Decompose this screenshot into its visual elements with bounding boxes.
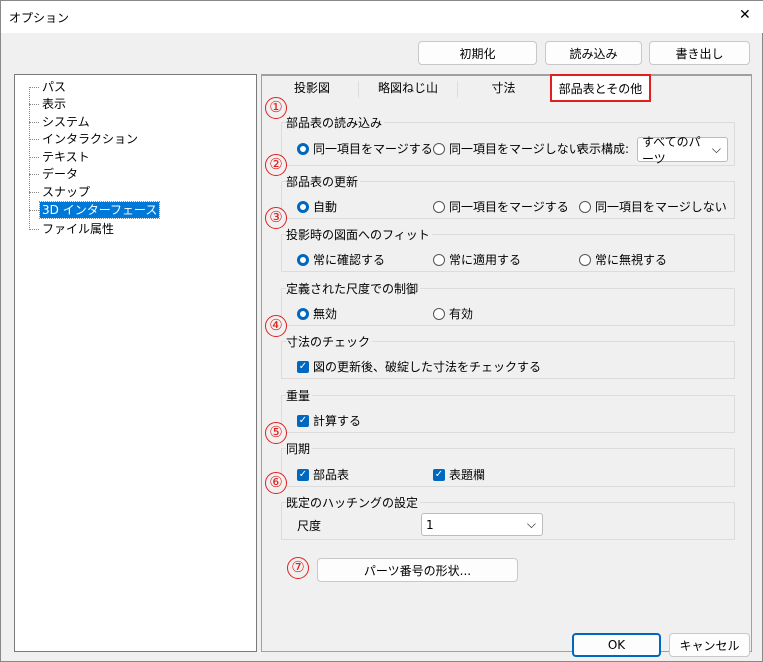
tree-line xyxy=(29,122,39,123)
marker-2: ② xyxy=(265,154,287,176)
checkmark-icon: ✓ xyxy=(297,468,309,481)
chevron-down-icon: ⌵ xyxy=(711,142,721,156)
group-title: 定義された尺度での制御 xyxy=(286,280,421,297)
tab-thread[interactable]: 略図ねじ山 xyxy=(359,76,457,101)
radio-merge[interactable]: 同一項目をマージする xyxy=(433,198,569,215)
radio-always-ignore[interactable]: 常に無視する xyxy=(579,251,667,268)
checkmark-icon: ✓ xyxy=(297,414,309,427)
checkmark-icon: ✓ xyxy=(433,468,445,481)
group-title: 寸法のチェック xyxy=(286,333,373,350)
radio-icon xyxy=(433,200,445,213)
checkbox-check-dims[interactable]: ✓ 図の更新後、破綻した寸法をチェックする xyxy=(297,358,541,375)
tree-item-path[interactable]: パス xyxy=(40,79,68,95)
part-number-format-button[interactable]: パーツ番号の形状... xyxy=(317,558,518,582)
radio-checked-icon xyxy=(297,253,309,266)
radio-always-ask[interactable]: 常に確認する xyxy=(297,251,385,268)
close-icon[interactable]: ✕ xyxy=(739,7,751,23)
radio-merge[interactable]: 同一項目をマージする xyxy=(297,140,433,157)
tree-item-data[interactable]: データ xyxy=(40,166,80,182)
export-button[interactable]: 書き出し xyxy=(649,41,750,65)
checkbox-label: 図の更新後、破綻した寸法をチェックする xyxy=(313,360,542,374)
radio-label: 常に確認する xyxy=(313,253,386,267)
radio-label: 常に適用する xyxy=(449,253,522,267)
tree-line xyxy=(29,157,39,158)
radio-no-merge[interactable]: 同一項目をマージしない xyxy=(579,198,727,215)
radio-label: 同一項目をマージする xyxy=(313,142,433,156)
checkbox-bom[interactable]: ✓ 部品表 xyxy=(297,466,349,483)
hatch-scale-select[interactable]: 1 ⌵ xyxy=(421,513,543,536)
checkbox-calculate[interactable]: ✓ 計算する xyxy=(297,412,361,429)
tab-dimension[interactable]: 寸法 xyxy=(458,76,549,101)
tree-item-interaction[interactable]: インタラクション xyxy=(40,131,140,147)
group-title: 投影時の図面へのフィット xyxy=(286,226,432,243)
checkmark-icon: ✓ xyxy=(297,360,309,373)
tree-line xyxy=(29,104,39,105)
radio-label: 同一項目をマージする xyxy=(449,200,569,214)
tree-item-text[interactable]: テキスト xyxy=(40,149,92,165)
group-title: 部品表の更新 xyxy=(286,173,361,190)
tree-line xyxy=(29,87,39,88)
import-button[interactable]: 読み込み xyxy=(545,41,642,65)
ok-button[interactable]: OK xyxy=(572,633,661,657)
config-select[interactable]: すべてのパーツ ⌵ xyxy=(637,135,728,166)
marker-7: ⑦ xyxy=(287,557,309,579)
radio-icon xyxy=(433,307,445,320)
config-label: 表示構成: xyxy=(577,142,630,156)
tree-line xyxy=(29,87,30,230)
radio-checked-icon xyxy=(297,307,309,320)
options-tree[interactable]: パス 表示 システム インタラクション テキスト データ スナップ 3D インタ… xyxy=(14,74,257,652)
scale-label: 尺度 xyxy=(297,519,322,533)
tree-line xyxy=(29,192,39,193)
marker-1: ① xyxy=(265,97,287,119)
tree-line xyxy=(29,229,39,230)
tree-item-snap[interactable]: スナップ xyxy=(40,184,92,200)
tree-line xyxy=(29,174,39,175)
tree-item-display[interactable]: 表示 xyxy=(40,96,68,112)
radio-label: 有効 xyxy=(449,307,474,321)
chevron-down-icon: ⌵ xyxy=(526,517,536,531)
group-title: 既定のハッチングの設定 xyxy=(286,494,421,511)
radio-icon xyxy=(579,253,591,266)
tree-item-system[interactable]: システム xyxy=(40,114,92,130)
marker-5: ⑤ xyxy=(265,422,287,444)
select-value: すべてのパーツ xyxy=(642,134,701,166)
group-title: 重量 xyxy=(286,387,313,404)
radio-auto[interactable]: 自動 xyxy=(297,198,337,215)
tab-bom-and-other[interactable]: 部品表とその他 xyxy=(550,74,651,102)
marker-4: ④ xyxy=(265,315,287,337)
select-value: 1 xyxy=(426,517,434,532)
group-sync xyxy=(281,448,735,487)
tree-item-3d-interface[interactable]: 3D インターフェース xyxy=(38,201,161,219)
radio-icon xyxy=(433,142,445,155)
tree-line xyxy=(29,210,39,211)
radio-no-merge[interactable]: 同一項目をマージしない xyxy=(433,140,581,157)
window-title: オプション xyxy=(9,11,70,25)
radio-icon xyxy=(579,200,591,213)
radio-enabled[interactable]: 有効 xyxy=(433,305,473,322)
radio-label: 自動 xyxy=(313,200,338,214)
reset-button[interactable]: 初期化 xyxy=(418,41,537,65)
checkbox-label: 表題欄 xyxy=(449,468,486,482)
radio-label: 同一項目をマージしない xyxy=(595,200,727,214)
tree-line xyxy=(29,139,39,140)
radio-checked-icon xyxy=(297,142,309,155)
checkbox-label: 計算する xyxy=(313,414,362,428)
checkbox-title-block[interactable]: ✓ 表題欄 xyxy=(433,466,485,483)
radio-label: 無効 xyxy=(313,307,338,321)
group-title: 同期 xyxy=(286,440,313,457)
title-bar: オプション ✕ xyxy=(1,1,763,33)
radio-checked-icon xyxy=(297,200,309,213)
radio-icon xyxy=(433,253,445,266)
radio-disabled[interactable]: 無効 xyxy=(297,305,337,322)
radio-always-apply[interactable]: 常に適用する xyxy=(433,251,521,268)
marker-3: ③ xyxy=(265,207,287,229)
group-title: 部品表の読み込み xyxy=(286,114,385,131)
tree-item-file-attributes[interactable]: ファイル属性 xyxy=(40,221,116,237)
radio-label: 常に無視する xyxy=(595,253,668,267)
radio-label: 同一項目をマージしない xyxy=(449,142,581,156)
checkbox-label: 部品表 xyxy=(313,468,350,482)
cancel-button[interactable]: キャンセル xyxy=(669,633,750,657)
marker-6: ⑥ xyxy=(265,472,287,494)
